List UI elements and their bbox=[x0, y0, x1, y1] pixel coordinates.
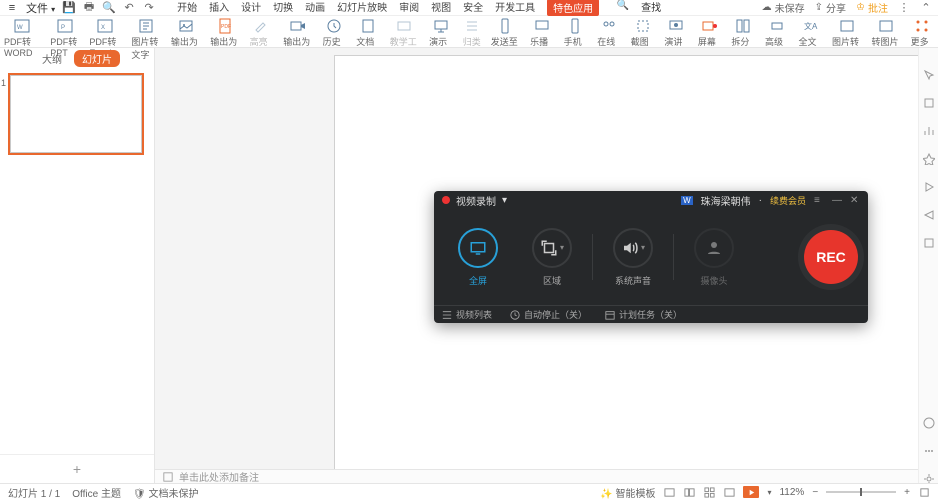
protect-info[interactable]: 🛡 文档未保护 bbox=[133, 485, 198, 500]
view-slideshow-icon[interactable] bbox=[743, 486, 759, 498]
rs-chart-icon[interactable] bbox=[922, 124, 936, 138]
share-button[interactable]: ⇪ 分享 bbox=[815, 0, 846, 15]
svg-text:X: X bbox=[101, 25, 105, 31]
recorder-footer: 视频列表 自动停止（关） 计划任务（关） bbox=[434, 305, 868, 323]
outline-tab[interactable]: 大纲 bbox=[34, 50, 70, 67]
slide-info: 幻灯片 1 / 1 bbox=[8, 485, 60, 500]
tab-start[interactable]: 开始 bbox=[177, 0, 197, 16]
slide-panel: 大纲 幻灯片 1 + bbox=[0, 48, 155, 483]
view-normal-icon[interactable] bbox=[683, 486, 695, 498]
recorder-vip[interactable]: 续费会员 bbox=[770, 194, 806, 207]
preview-icon[interactable]: 🔍 bbox=[103, 2, 115, 14]
notes-placeholder: 单击此处添加备注 bbox=[179, 469, 259, 484]
rs-share-icon[interactable] bbox=[922, 208, 936, 222]
rec-opt-sysaudio[interactable]: ▾ 系统声音 bbox=[599, 228, 667, 287]
rec-opt-fullscreen[interactable]: 全屏 bbox=[444, 228, 512, 287]
notes-bar[interactable]: 单击此处添加备注 bbox=[155, 469, 938, 483]
recorder-user: 珠海梁朝伟 bbox=[701, 193, 751, 208]
zoom-out[interactable]: − bbox=[812, 487, 818, 498]
wps-badge: W bbox=[681, 196, 693, 205]
svg-text:W: W bbox=[17, 25, 23, 31]
rs-play-icon[interactable] bbox=[922, 180, 936, 194]
svg-text:P: P bbox=[61, 25, 65, 31]
tab-animation[interactable]: 动画 bbox=[305, 0, 325, 16]
rs-select-icon[interactable] bbox=[922, 68, 936, 82]
record-button[interactable]: REC bbox=[804, 230, 858, 284]
ribbon-classify[interactable]: 归类 bbox=[463, 18, 481, 48]
redo-icon[interactable]: ↷ bbox=[143, 2, 155, 14]
zoom-value[interactable]: 112% bbox=[779, 487, 804, 498]
undo-icon[interactable]: ↶ bbox=[123, 2, 135, 14]
titlebar: ≡ 文件 ▾ 💾 🖶 🔍 ↶ ↷ 开始 插入 设计 切换 动画 幻灯片放映 审阅… bbox=[0, 0, 938, 16]
tab-insert[interactable]: 插入 bbox=[209, 0, 229, 16]
view-notes-icon[interactable] bbox=[663, 486, 675, 498]
save-status[interactable]: ☁ 未保存 bbox=[762, 0, 805, 15]
hamburger-icon[interactable]: ≡ bbox=[6, 2, 18, 14]
theme-info: Office 主题 bbox=[72, 485, 121, 500]
file-menu[interactable]: 文件 ▾ bbox=[26, 0, 55, 16]
slides-tab[interactable]: 幻灯片 bbox=[74, 50, 120, 67]
save-icon[interactable]: 💾 bbox=[63, 2, 75, 14]
tab-transition[interactable]: 切换 bbox=[273, 0, 293, 16]
right-toolstrip bbox=[918, 48, 938, 486]
add-slide-button[interactable]: + bbox=[0, 454, 154, 483]
svg-text:文A: 文A bbox=[804, 21, 818, 31]
rec-footer-autostop[interactable]: 自动停止（关） bbox=[510, 308, 587, 321]
tab-review[interactable]: 审阅 bbox=[399, 0, 419, 16]
statusbar: 幻灯片 1 / 1 Office 主题 🛡 文档未保护 ✨ 智能模板 ▾ 112… bbox=[0, 483, 938, 500]
rec-footer-plan[interactable]: 计划任务（关） bbox=[605, 308, 682, 321]
recorder-dialog: 视频录制 ▾ W 珠海梁朝伟 · 续费会员 ≡ — ✕ 全屏 bbox=[434, 191, 868, 323]
annotate-button[interactable]: ♔ 批注 bbox=[856, 0, 888, 15]
view-sorter-icon[interactable] bbox=[703, 486, 715, 498]
smart-template[interactable]: ✨ 智能模板 bbox=[600, 485, 655, 500]
search-icon[interactable]: 🔍 bbox=[617, 0, 629, 11]
recorder-close-icon[interactable]: ✕ bbox=[850, 195, 860, 206]
tab-design[interactable]: 设计 bbox=[241, 0, 261, 16]
tab-special[interactable]: 特色应用 bbox=[547, 0, 599, 16]
tab-view[interactable]: 视图 bbox=[431, 0, 451, 16]
search-label[interactable]: 查找 bbox=[641, 0, 661, 16]
tab-security[interactable]: 安全 bbox=[463, 0, 483, 16]
zoom-slider[interactable] bbox=[826, 491, 896, 493]
menu-tabs: 开始 插入 设计 切换 动画 幻灯片放映 审阅 视图 安全 开发工具 特色应用 … bbox=[177, 0, 661, 16]
slideshow-dropdown[interactable]: ▾ bbox=[767, 488, 771, 497]
slide-thumbnail[interactable]: 1 bbox=[10, 75, 142, 153]
ribbon: WPDF转WORD PPDF转PPT XPDF转Excel 图片转文字 输出为图… bbox=[0, 16, 938, 48]
rs-clock-icon[interactable] bbox=[922, 416, 936, 430]
canvas-area: ⌕ ✎ ⤢ ↖ 视频录制 ▾ W 珠海梁朝伟 · 续费会员 ≡ bbox=[155, 48, 938, 483]
recorder-title-dropdown[interactable]: ▾ bbox=[502, 195, 507, 206]
rec-footer-list[interactable]: 视频列表 bbox=[442, 308, 492, 321]
rs-props-icon[interactable] bbox=[922, 236, 936, 250]
thumb-number: 1 bbox=[1, 78, 6, 88]
fit-icon[interactable] bbox=[918, 486, 930, 498]
tab-slideshow[interactable]: 幻灯片放映 bbox=[337, 0, 387, 16]
print-icon[interactable]: 🖶 bbox=[83, 2, 95, 14]
more-icon[interactable]: ⋮ bbox=[898, 2, 910, 14]
rs-anim-icon[interactable] bbox=[922, 152, 936, 166]
recorder-minimize-icon[interactable]: — bbox=[832, 195, 842, 206]
tab-devtools[interactable]: 开发工具 bbox=[495, 0, 535, 16]
svg-text:PDF: PDF bbox=[221, 24, 231, 30]
rs-more-icon[interactable] bbox=[922, 444, 936, 458]
rec-opt-region[interactable]: ▾ 区域 bbox=[518, 228, 586, 287]
recorder-title: 视频录制 bbox=[456, 193, 496, 208]
notes-icon bbox=[163, 472, 173, 482]
view-reading-icon[interactable] bbox=[723, 486, 735, 498]
rec-opt-camera[interactable]: 摄像头 bbox=[680, 228, 748, 287]
record-dot-icon bbox=[442, 196, 450, 204]
zoom-in[interactable]: + bbox=[904, 487, 910, 498]
recorder-titlebar[interactable]: 视频录制 ▾ W 珠海梁朝伟 · 续费会员 ≡ — ✕ bbox=[434, 191, 868, 209]
collapse-ribbon-icon[interactable]: ⌃ bbox=[920, 2, 932, 14]
rs-format-icon[interactable] bbox=[922, 96, 936, 110]
recorder-menu-icon[interactable]: ≡ bbox=[814, 195, 824, 206]
